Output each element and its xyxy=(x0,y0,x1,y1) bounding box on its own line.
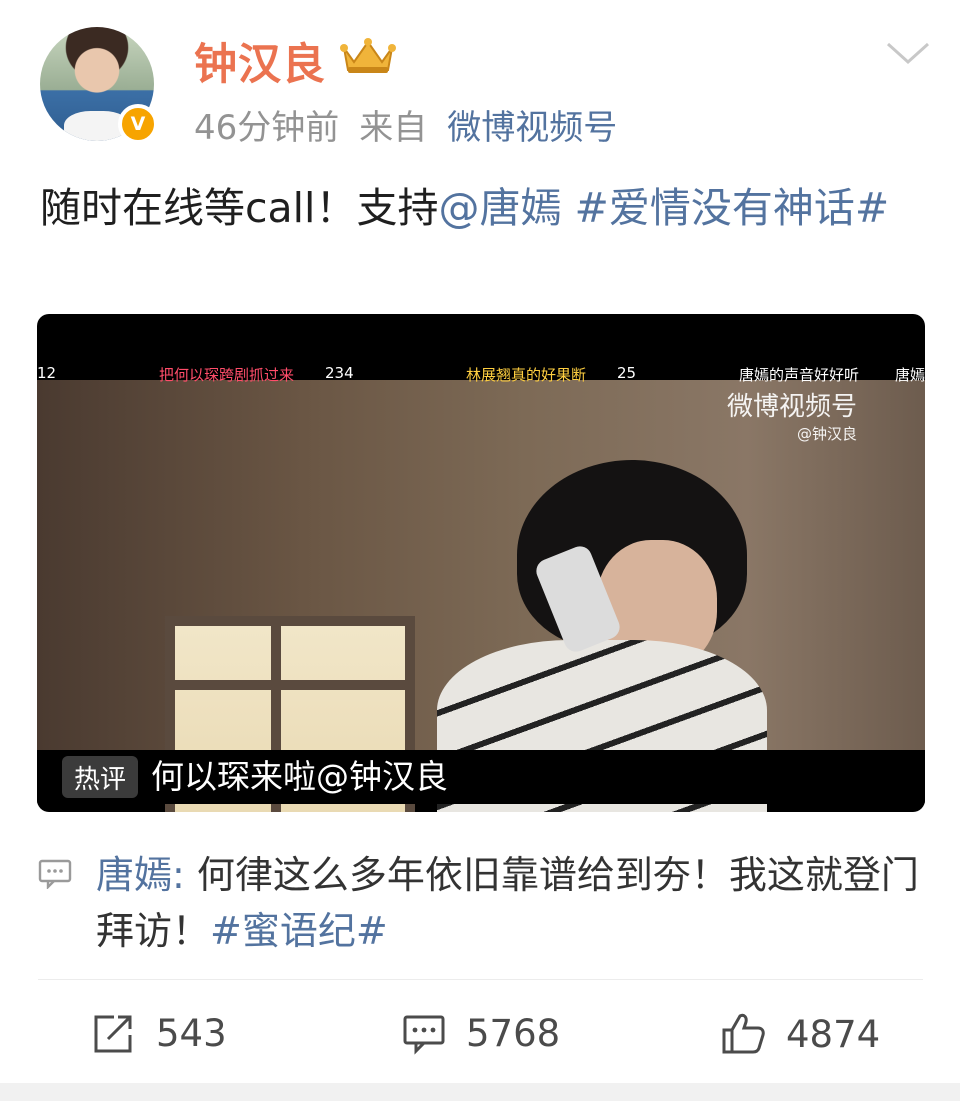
hot-comment-text: 何以琛来啦@钟汉良 xyxy=(151,757,448,796)
repost-author[interactable]: 唐嫣 xyxy=(96,853,172,897)
watermark-user: @钟汉良 xyxy=(797,425,858,443)
divider xyxy=(38,979,923,980)
video-watermark: 微博视频号 @钟汉良 xyxy=(727,386,857,444)
share-icon xyxy=(94,1015,132,1052)
like-button[interactable]: 4874 xyxy=(720,1012,880,1056)
action-bar: 543 5768 4874 xyxy=(0,1000,960,1070)
chevron-down-icon[interactable] xyxy=(886,42,930,66)
repost-comment-icon xyxy=(38,859,72,889)
watermark-text: 微博视频号 xyxy=(727,392,858,422)
post-time: 46分钟前 xyxy=(194,108,340,148)
crown-badge-icon xyxy=(340,38,396,73)
mention-link[interactable]: @唐嫣 xyxy=(438,184,561,232)
danmu-item: 把何以琛跨剧抓过来 xyxy=(159,366,295,384)
verified-badge-icon: V xyxy=(118,104,158,144)
post-text: 随时在线等call！支持@唐嫣 #爱情没有神话# xyxy=(40,178,925,238)
hot-comment-tag: 热评 xyxy=(62,756,138,798)
danmu-count: 25 xyxy=(617,364,637,382)
repost-hashtag[interactable]: #蜜语纪# xyxy=(210,909,388,953)
like-icon xyxy=(722,1013,765,1054)
comment-button[interactable]: 5768 xyxy=(402,1012,560,1055)
post-body: 随时在线等call！支持 xyxy=(40,184,439,232)
hot-comment-bar[interactable]: 热评 何以琛来啦@钟汉良 xyxy=(37,750,925,804)
share-count: 543 xyxy=(156,1012,227,1055)
source-link[interactable]: 微博视频号 xyxy=(447,108,617,148)
video-player[interactable]: 12 把何以琛跨剧抓过来 234 林展翘真的好果断 25 唐嫣的声音好好听 唐嫣… xyxy=(37,314,925,812)
share-button[interactable]: 543 xyxy=(92,1012,227,1055)
danmu-item: 林展翘真的好果断 xyxy=(466,366,587,384)
bottom-separator xyxy=(0,1083,960,1101)
hashtag-link[interactable]: #爱情没有神话# xyxy=(575,184,890,232)
source-prefix: 来自 xyxy=(359,108,428,148)
like-count: 4874 xyxy=(786,1012,881,1056)
danmu-item: 唐嫣 xyxy=(895,366,925,384)
danmu-item: 唐嫣的声音好好听 xyxy=(739,366,860,384)
comment-icon xyxy=(403,1015,445,1055)
username[interactable]: 钟汉良 xyxy=(194,30,326,92)
danmu-count: 234 xyxy=(325,364,354,382)
danmu-count: 12 xyxy=(37,364,57,382)
repost-colon: : xyxy=(172,853,185,897)
comment-count: 5768 xyxy=(466,1012,561,1055)
